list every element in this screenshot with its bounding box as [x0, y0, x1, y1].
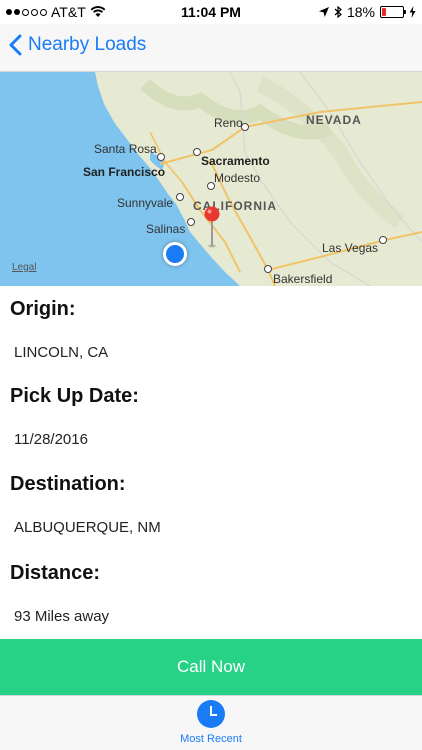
- map-label-modesto: Modesto: [214, 171, 261, 185]
- pickup-date-value: 11/28/2016: [14, 431, 88, 448]
- city-marker-bakersfield: [264, 265, 272, 273]
- map-label-sacramento: Sacramento: [201, 154, 270, 168]
- map-label-las-vegas: Las Vegas: [322, 241, 379, 255]
- location-arrow-icon: [318, 7, 329, 17]
- nav-bar: Nearby Loads: [0, 24, 422, 72]
- map-label-san-francisco: San Francisco: [83, 165, 166, 179]
- distance-value: 93 Miles away: [14, 608, 110, 625]
- tab-most-recent-label: Most Recent: [180, 733, 242, 745]
- map-label-santa-rosa: Santa Rosa: [94, 142, 157, 156]
- destination-pin-icon[interactable]: [203, 206, 221, 248]
- charging-icon: [409, 6, 416, 18]
- map-label-nevada: NEVADA: [306, 113, 362, 127]
- back-button[interactable]: Nearby Loads: [8, 34, 146, 56]
- destination-value: ALBUQUERQUE, NM: [14, 519, 161, 536]
- destination-label: Destination:: [10, 473, 126, 495]
- origin-label: Origin:: [10, 298, 76, 320]
- map-label-bakersfield: Bakersfield: [273, 272, 333, 286]
- user-location-marker: [163, 242, 187, 266]
- tab-most-recent[interactable]: Most Recent: [0, 700, 422, 745]
- call-now-button[interactable]: Call Now: [0, 639, 422, 695]
- city-marker-salinas: [187, 218, 195, 226]
- map-label-salinas: Salinas: [146, 222, 186, 236]
- city-marker-las-vegas: [379, 236, 387, 244]
- back-button-label: Nearby Loads: [28, 34, 147, 55]
- city-marker-sunnyvale: [176, 193, 184, 201]
- tab-bar: Most Recent: [0, 695, 422, 750]
- status-bar: AT&T 11:04 PM 18%: [0, 0, 422, 24]
- city-marker-sacramento: [193, 148, 201, 156]
- clock-icon: [197, 700, 225, 728]
- status-right: 18%: [318, 4, 416, 20]
- map-view[interactable]: Reno NEVADA Santa Rosa Sacramento San Fr…: [0, 72, 422, 286]
- map-label-sunnyvale: Sunnyvale: [117, 196, 174, 210]
- bluetooth-icon: [334, 6, 342, 18]
- battery-icon: [380, 6, 406, 18]
- distance-label: Distance:: [10, 562, 101, 584]
- chevron-left-icon: [9, 34, 22, 56]
- city-marker-santa-rosa: [157, 153, 165, 161]
- battery-percent: 18%: [346, 4, 375, 20]
- origin-value: LINCOLN, CA: [14, 344, 109, 361]
- map-label-reno: Reno: [214, 116, 243, 130]
- map-legal-link[interactable]: Legal: [12, 262, 36, 273]
- pickup-date-label: Pick Up Date:: [10, 385, 139, 407]
